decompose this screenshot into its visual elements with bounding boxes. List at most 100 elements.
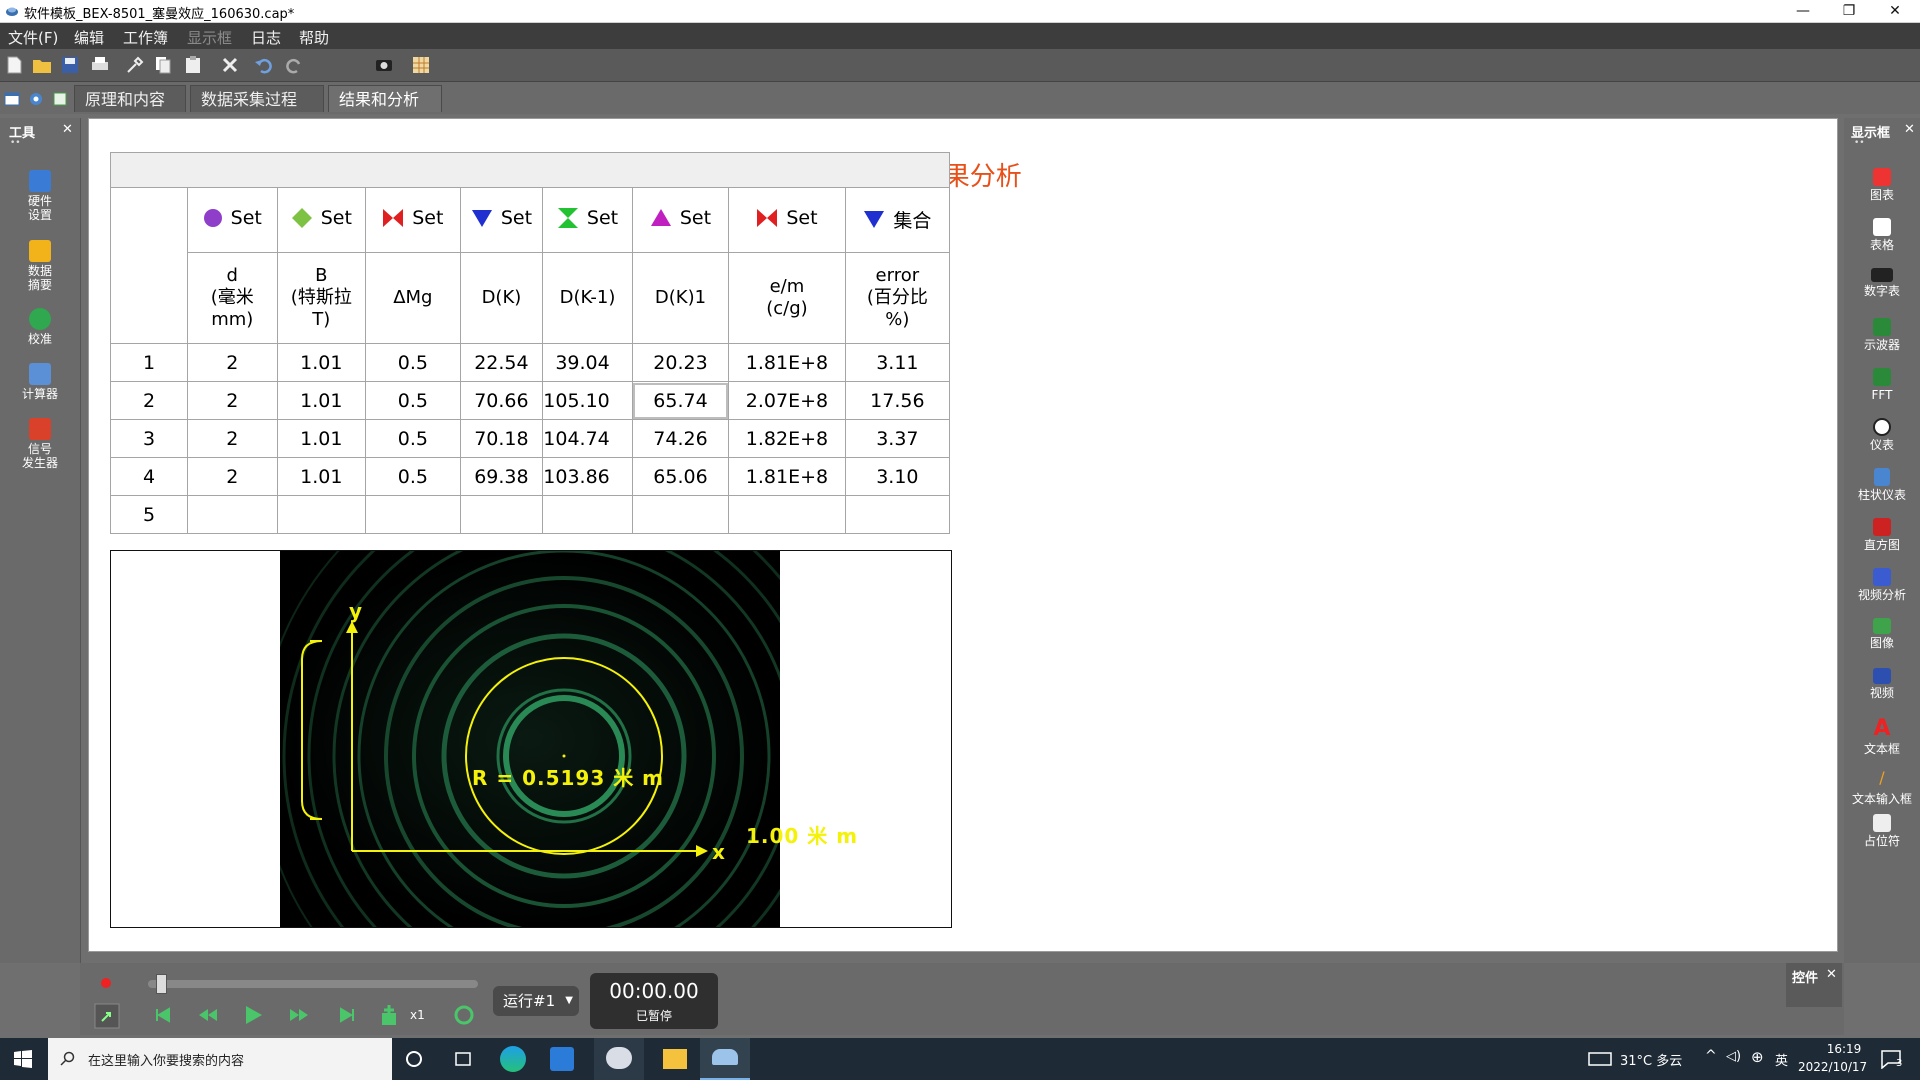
tab-principle[interactable]: 原理和内容	[74, 85, 186, 112]
paste-icon[interactable]	[182, 54, 204, 76]
add-run-icon[interactable]	[380, 1003, 402, 1027]
column-header-error[interactable]: error (百分比%)	[844, 252, 951, 344]
table-cell[interactable]	[459, 495, 544, 534]
controls-panel-close-button[interactable]: ✕	[1826, 967, 1837, 982]
tool-calculator[interactable]: 计算器	[5, 363, 75, 401]
network-globe-icon[interactable]: ⊕	[1751, 1048, 1764, 1066]
task-view-icon[interactable]	[453, 1050, 473, 1068]
timeline-handle[interactable]	[156, 974, 167, 994]
table-cell[interactable]	[844, 495, 951, 534]
table-cell[interactable]: 1.01	[276, 457, 367, 496]
loop-icon[interactable]	[453, 1004, 475, 1026]
display-digits[interactable]: 数字表	[1847, 268, 1917, 298]
row-number[interactable]: 1	[110, 343, 188, 382]
table-cell[interactable]: 1.01	[276, 381, 367, 420]
windows-start-icon[interactable]	[14, 1050, 32, 1068]
display-histogram[interactable]: 直方图	[1847, 518, 1917, 552]
run-select[interactable]: 运行#1 ▼	[493, 986, 579, 1016]
display-image[interactable]: 图像	[1847, 618, 1917, 650]
edge-browser-icon[interactable]	[500, 1046, 526, 1072]
display-meter[interactable]: 仪表	[1847, 418, 1917, 452]
undo-icon[interactable]	[253, 54, 275, 76]
set-header-7[interactable]: Set	[728, 187, 846, 253]
set-header-5[interactable]: Set	[542, 187, 633, 253]
tool-calibrate[interactable]: 校准	[5, 308, 75, 346]
table-cell[interactable]: 105.10	[542, 381, 633, 420]
tools-panel-handle[interactable]: ••	[10, 138, 21, 148]
table-cell[interactable]: 2	[187, 343, 278, 382]
column-header-b[interactable]: B (特斯拉 T)	[276, 252, 367, 344]
maximize-button[interactable]: ❐	[1826, 0, 1872, 22]
skip-start-icon[interactable]	[154, 1006, 172, 1024]
table-cell[interactable]: 2	[187, 381, 278, 420]
tool-signal-generator[interactable]: 信号 发生器	[5, 418, 75, 470]
tab-results[interactable]: 结果和分析	[328, 85, 442, 112]
ime-indicator[interactable]: 英	[1775, 1050, 1788, 1069]
table-cell[interactable]	[631, 495, 730, 534]
table-cell[interactable]: 1.82E+8	[728, 419, 846, 458]
table-cell[interactable]: 0.5	[365, 457, 461, 496]
display-text-input[interactable]: / 文本输入框	[1847, 768, 1917, 806]
print-icon[interactable]	[89, 54, 111, 76]
table-cell[interactable]: 39.04	[542, 343, 633, 382]
camera-icon[interactable]	[373, 54, 395, 76]
tool-data-summary[interactable]: 数据 摘要	[5, 240, 75, 292]
cortana-icon[interactable]	[405, 1050, 423, 1068]
taskbar-search[interactable]: 在这里输入你要搜索的内容	[48, 1038, 392, 1080]
table-cell[interactable]: 69.38	[459, 457, 544, 496]
table-cell[interactable]: 74.26	[631, 419, 730, 458]
record-icon[interactable]	[100, 975, 112, 989]
taskbar-app-1[interactable]	[594, 1038, 644, 1080]
minimize-button[interactable]: —	[1780, 0, 1826, 22]
table-cell[interactable]: 1.01	[276, 343, 367, 382]
export-icon[interactable]	[94, 1003, 120, 1029]
close-button[interactable]: ✕	[1872, 0, 1918, 22]
settings-icon[interactable]	[28, 91, 44, 107]
new-file-icon[interactable]	[3, 54, 25, 76]
set-header-6[interactable]: Set	[631, 187, 730, 253]
table-cell[interactable]: 1.01	[276, 419, 367, 458]
display-fft[interactable]: FFT	[1847, 368, 1917, 402]
open-folder-icon[interactable]	[31, 54, 53, 76]
set-header-8[interactable]: 集合	[844, 187, 951, 253]
table-toolbar[interactable]	[110, 152, 950, 188]
table-cell[interactable]: 17.56	[844, 381, 951, 420]
menu-edit[interactable]: 编辑	[74, 27, 104, 48]
menu-help[interactable]: 帮助	[299, 27, 329, 48]
display-graph[interactable]: 图表	[1847, 168, 1917, 202]
clock-time[interactable]: 16:19	[1814, 1042, 1874, 1056]
table-cell[interactable]: 1.81E+8	[728, 457, 846, 496]
table-cell[interactable]: 103.86	[542, 457, 633, 496]
save-icon[interactable]	[59, 54, 81, 76]
display-panel-handle[interactable]: ••	[1854, 138, 1865, 148]
menu-log[interactable]: 日志	[251, 27, 281, 48]
display-video-analysis[interactable]: 视频分析	[1847, 568, 1917, 602]
set-header-3[interactable]: Set	[365, 187, 461, 253]
taskbar-active-app[interactable]	[700, 1038, 750, 1080]
display-bar-meter[interactable]: 柱状仪表	[1847, 468, 1917, 502]
table-cell[interactable]: 2	[187, 419, 278, 458]
column-header-d[interactable]: d (毫米 mm)	[187, 252, 278, 344]
menu-workbook[interactable]: 工作簿	[123, 27, 168, 48]
chevron-up-icon[interactable]: ^	[1705, 1048, 1717, 1064]
table-cell[interactable]: 65.06	[631, 457, 730, 496]
timeline-slider[interactable]	[148, 980, 478, 988]
weather-icon[interactable]	[1588, 1050, 1612, 1068]
table-cell[interactable]: 0.5	[365, 419, 461, 458]
table-cell[interactable]	[542, 495, 633, 534]
table-cell[interactable]: 0.5	[365, 381, 461, 420]
window-icon[interactable]	[4, 91, 20, 107]
store-icon[interactable]	[550, 1047, 574, 1071]
rewind-icon[interactable]	[197, 1006, 219, 1024]
table-cell[interactable]: 1.81E+8	[728, 343, 846, 382]
set-header-1[interactable]: Set	[187, 187, 278, 253]
speed-label[interactable]: x1	[410, 1008, 425, 1022]
table-cell[interactable]: 22.54	[459, 343, 544, 382]
volume-icon[interactable]: ◁)	[1726, 1049, 1741, 1064]
table-cell[interactable]	[365, 495, 461, 534]
column-header-dk-minus-1[interactable]: D(K-1)	[542, 252, 633, 344]
table-cell[interactable]	[276, 495, 367, 534]
skip-end-icon[interactable]	[338, 1006, 356, 1024]
table-cell[interactable]: 70.66	[459, 381, 544, 420]
fast-forward-icon[interactable]	[288, 1006, 310, 1024]
